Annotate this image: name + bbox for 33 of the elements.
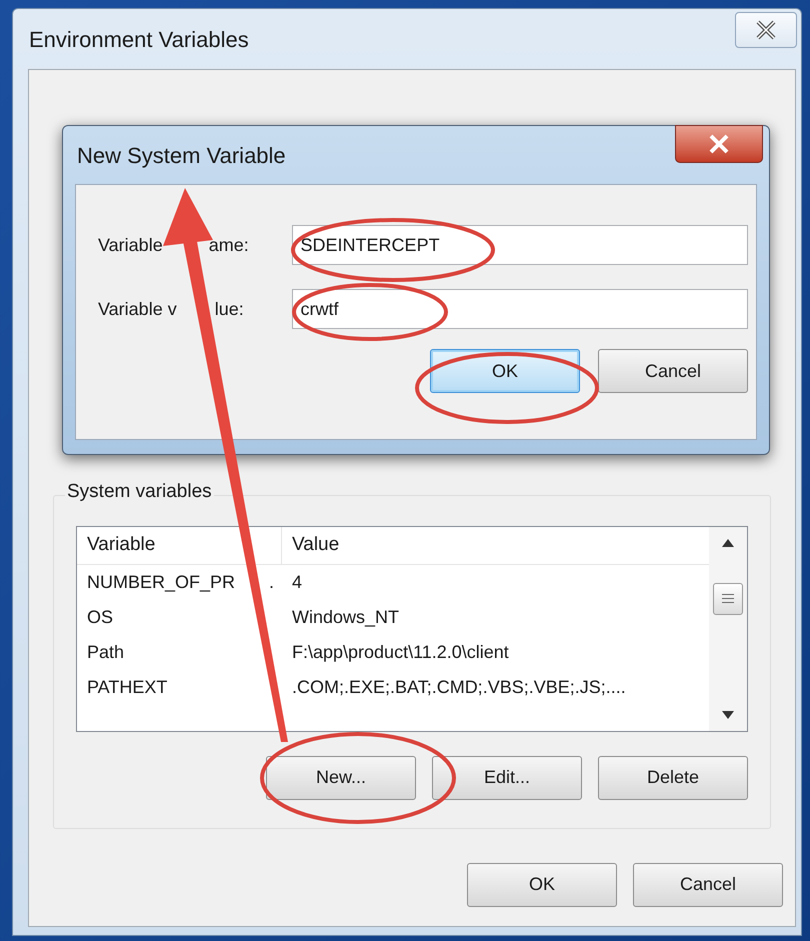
dialog-button[interactable]: Edit... bbox=[432, 756, 582, 800]
dialog-button[interactable]: Delete bbox=[598, 756, 748, 800]
close-button[interactable] bbox=[675, 125, 763, 163]
close-button[interactable] bbox=[735, 12, 797, 48]
close-icon bbox=[708, 134, 730, 154]
field-label: Variable v bbox=[98, 298, 177, 320]
table-cell-text: Path bbox=[86, 640, 126, 664]
close-icon bbox=[755, 19, 777, 41]
dialog-title: New System Variable bbox=[77, 142, 286, 170]
input-field[interactable]: SDEINTERCEPT bbox=[292, 225, 748, 265]
window-title: Environment Variables bbox=[29, 26, 249, 54]
table-cell-text: Windows_NT bbox=[291, 606, 400, 628]
field-label: ame: bbox=[208, 234, 249, 256]
scroll-up-icon[interactable] bbox=[722, 538, 734, 546]
scrollbar[interactable] bbox=[709, 526, 747, 730]
field-label: Variable bbox=[98, 234, 163, 256]
table-cell-text: F:\app\product\11.2.0\client bbox=[291, 640, 510, 664]
column-header[interactable]: Value bbox=[282, 526, 350, 564]
table-cell-text: 4 bbox=[291, 570, 304, 594]
scroll-thumb[interactable] bbox=[713, 582, 743, 614]
table-cell-text: PATHEXT bbox=[86, 676, 168, 698]
dialog-button[interactable]: OK bbox=[430, 349, 580, 393]
scroll-down-icon[interactable] bbox=[722, 710, 734, 718]
table-cell-text: .COM;.EXE;.BAT;.CMD;.VBS;.VBE;.JS;.... bbox=[291, 676, 627, 698]
dialog-button[interactable]: Cancel bbox=[598, 349, 748, 393]
table-cell-text: . bbox=[269, 570, 274, 594]
field-label: lue: bbox=[214, 298, 244, 320]
input-field[interactable]: crwtf bbox=[292, 289, 748, 329]
dialog-button[interactable]: Cancel bbox=[633, 862, 783, 906]
table-cell-text: NUMBER_OF_PR bbox=[87, 570, 236, 594]
table-cell-text: OS bbox=[86, 606, 114, 628]
dialog-button[interactable]: New... bbox=[266, 756, 416, 800]
dialog-button[interactable]: OK bbox=[467, 862, 617, 906]
